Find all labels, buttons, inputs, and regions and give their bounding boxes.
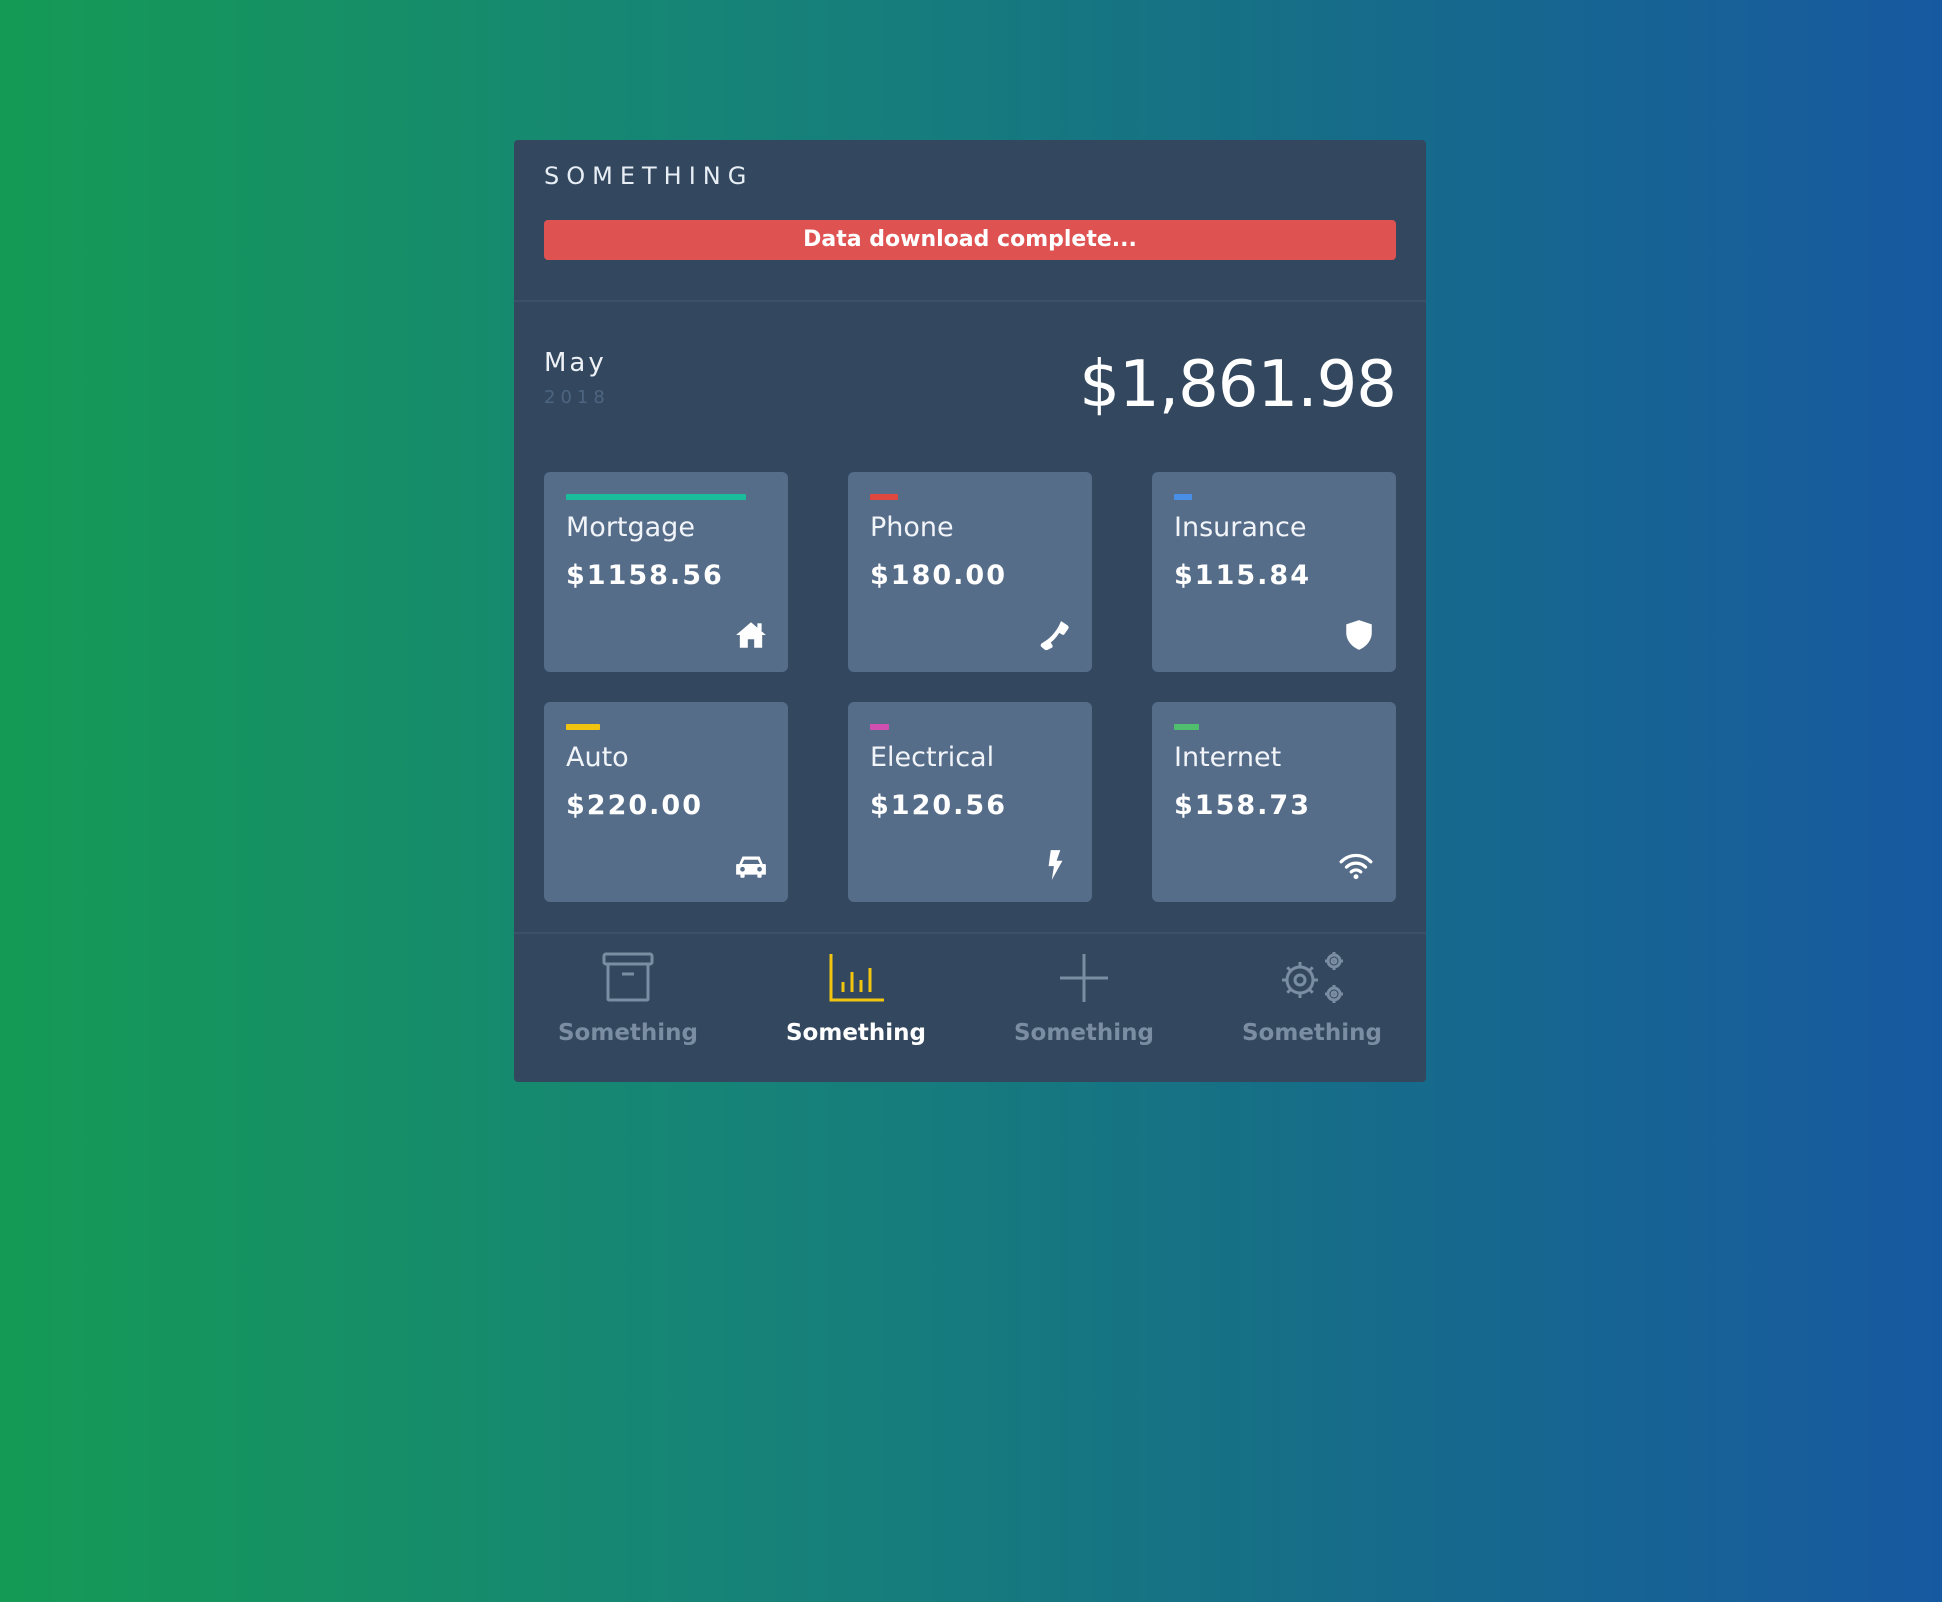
card-amount: $115.84 (1174, 560, 1311, 591)
header-divider (514, 300, 1426, 302)
summary-month: May (544, 348, 607, 378)
download-alert-banner: Data download complete... (544, 220, 1396, 260)
card-amount: $120.56 (870, 790, 1007, 821)
archive-box-icon (602, 952, 654, 1002)
card-accent-bar (870, 494, 898, 500)
nav-item-settings[interactable]: Something (1198, 934, 1426, 1082)
card-amount: $220.00 (566, 790, 703, 821)
card-label: Insurance (1174, 512, 1307, 543)
nav-label: Something (1013, 1020, 1155, 1046)
lightning-icon (1048, 850, 1063, 880)
card-label: Electrical (870, 742, 995, 773)
budget-panel: SOMETHING Data download complete... May … (514, 140, 1426, 1082)
card-label: Mortgage (566, 512, 695, 543)
card-accent-bar (566, 724, 600, 730)
plus-icon (1060, 954, 1108, 1002)
nav-item-add[interactable]: Something (970, 934, 1198, 1082)
card-amount: $180.00 (870, 560, 1007, 591)
expense-card-mortgage[interactable]: Mortgage $1158.56 (544, 472, 788, 672)
card-label: Auto (566, 742, 629, 773)
expense-card-electrical[interactable]: Electrical $120.56 (848, 702, 1092, 902)
nav-label: Something (1241, 1020, 1383, 1046)
home-icon (736, 622, 766, 648)
nav-label: Something (785, 1020, 927, 1046)
card-label: Phone (870, 512, 954, 543)
expense-card-insurance[interactable]: Insurance $115.84 (1152, 472, 1396, 672)
card-label: Internet (1174, 742, 1282, 773)
summary-year: 2018 (544, 387, 610, 408)
nav-label: Something (557, 1020, 699, 1046)
nav-item-chart[interactable]: Something (742, 934, 970, 1082)
bar-chart-icon (829, 954, 884, 1002)
expense-card-auto[interactable]: Auto $220.00 (544, 702, 788, 902)
card-accent-bar (1174, 494, 1192, 500)
card-accent-bar (870, 724, 889, 730)
card-accent-bar (566, 494, 746, 500)
card-amount: $1158.56 (566, 560, 724, 591)
car-icon (736, 856, 766, 878)
gears-icon (1282, 952, 1343, 1003)
bottom-nav: Something Something Something Something (514, 934, 1426, 1082)
expense-card-phone[interactable]: Phone $180.00 (848, 472, 1092, 672)
shield-icon (1346, 620, 1372, 650)
wifi-icon (1339, 853, 1373, 880)
expense-card-internet[interactable]: Internet $158.73 (1152, 702, 1396, 902)
summary-total: $1,861.98 (1079, 348, 1397, 422)
nav-item-archive[interactable]: Something (514, 934, 742, 1082)
card-accent-bar (1174, 724, 1199, 730)
app-title: SOMETHING (544, 162, 754, 190)
card-amount: $158.73 (1174, 790, 1311, 821)
phone-icon (1040, 621, 1069, 651)
